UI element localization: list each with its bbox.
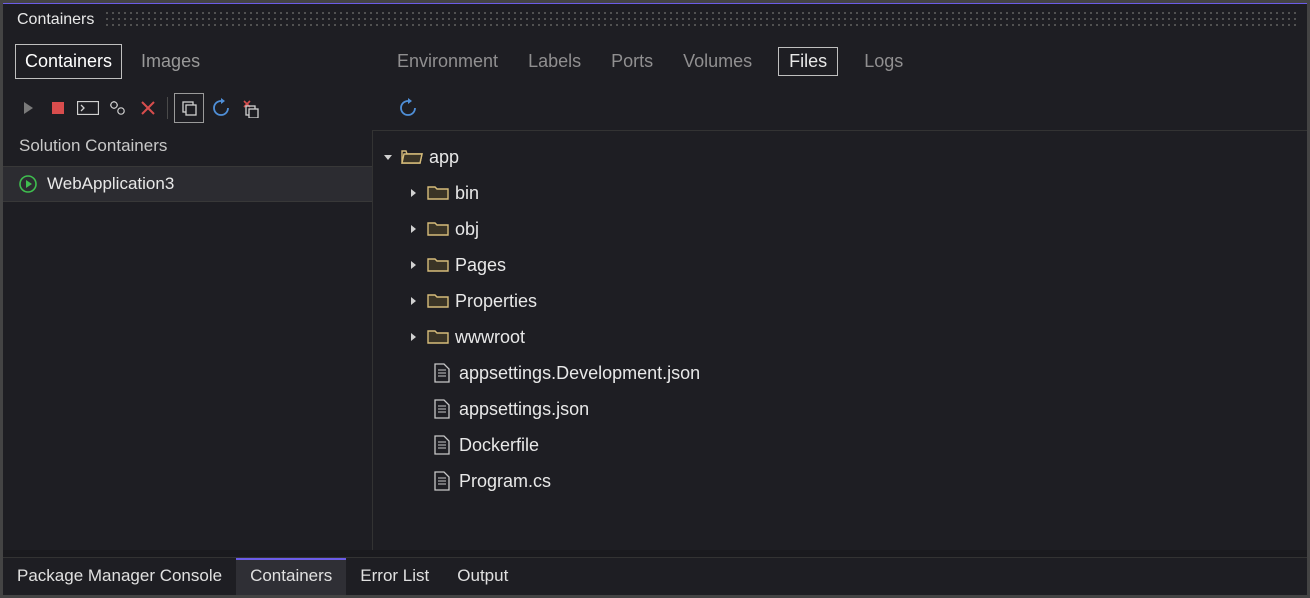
toolbar-row <box>3 86 1307 130</box>
subtab-ports[interactable]: Ports <box>607 48 657 75</box>
tab-row: Containers Images Environment Labels Por… <box>3 36 1307 86</box>
tree-label: Properties <box>455 291 537 312</box>
subtab-files[interactable]: Files <box>778 47 838 76</box>
sidebar: Solution Containers WebApplication3 <box>3 130 373 550</box>
bottom-tab-output[interactable]: Output <box>443 558 522 595</box>
subtab-volumes[interactable]: Volumes <box>679 48 756 75</box>
start-icon[interactable] <box>15 95 41 121</box>
tree-file[interactable]: Program.cs <box>373 463 1307 499</box>
tree-label: Program.cs <box>459 471 551 492</box>
tree-label: Dockerfile <box>459 435 539 456</box>
container-item[interactable]: WebApplication3 <box>3 166 372 202</box>
subtab-logs[interactable]: Logs <box>860 48 907 75</box>
file-tree[interactable]: app bin obj Pages Properties wwwroot <box>373 130 1307 550</box>
tree-label: wwwroot <box>455 327 525 348</box>
settings-icon[interactable] <box>105 95 131 121</box>
folder-icon <box>427 327 449 347</box>
files-refresh-icon[interactable] <box>395 95 421 121</box>
chevron-right-icon[interactable] <box>409 188 427 198</box>
copy-icon[interactable] <box>174 93 204 123</box>
subtab-environment[interactable]: Environment <box>393 48 502 75</box>
tree-label: app <box>429 147 459 168</box>
chevron-down-icon[interactable] <box>383 152 401 162</box>
toolbar-separator <box>167 97 168 119</box>
subtab-labels[interactable]: Labels <box>524 48 585 75</box>
tree-label: bin <box>455 183 479 204</box>
chevron-right-icon[interactable] <box>409 260 427 270</box>
tree-file[interactable]: appsettings.Development.json <box>373 355 1307 391</box>
tree-label: appsettings.json <box>459 399 589 420</box>
delete-icon[interactable] <box>135 95 161 121</box>
tree-file[interactable]: Dockerfile <box>373 427 1307 463</box>
tree-folder[interactable]: Pages <box>373 247 1307 283</box>
bottom-tab-errorlist[interactable]: Error List <box>346 558 443 595</box>
chevron-right-icon[interactable] <box>409 296 427 306</box>
tree-label: Pages <box>455 255 506 276</box>
tree-file[interactable]: appsettings.json <box>373 391 1307 427</box>
file-icon <box>431 471 453 491</box>
folder-open-icon <box>401 147 423 167</box>
tree-folder[interactable]: Properties <box>373 283 1307 319</box>
panel-grip[interactable] <box>104 10 1297 30</box>
refresh-icon[interactable] <box>208 95 234 121</box>
panel-title: Containers <box>17 11 94 29</box>
chevron-right-icon[interactable] <box>409 224 427 234</box>
folder-icon <box>427 183 449 203</box>
folder-icon <box>427 291 449 311</box>
tree-label: appsettings.Development.json <box>459 363 700 384</box>
file-icon <box>431 435 453 455</box>
stop-icon[interactable] <box>45 95 71 121</box>
bottom-tab-pmc[interactable]: Package Manager Console <box>3 558 236 595</box>
folder-icon <box>427 219 449 239</box>
file-icon <box>431 399 453 419</box>
bottom-tab-bar: Package Manager Console Containers Error… <box>3 557 1307 595</box>
terminal-icon[interactable] <box>75 95 101 121</box>
tree-folder[interactable]: wwwroot <box>373 319 1307 355</box>
tree-folder[interactable]: bin <box>373 175 1307 211</box>
sidebar-header: Solution Containers <box>3 130 372 166</box>
tree-label: obj <box>455 219 479 240</box>
tab-containers[interactable]: Containers <box>15 44 122 79</box>
panel-header: Containers <box>3 4 1307 36</box>
tree-folder[interactable]: obj <box>373 211 1307 247</box>
tab-images[interactable]: Images <box>132 45 209 78</box>
container-name: WebApplication3 <box>47 174 174 194</box>
folder-icon <box>427 255 449 275</box>
bottom-tab-containers[interactable]: Containers <box>236 558 346 595</box>
prune-icon[interactable] <box>238 95 264 121</box>
tree-root[interactable]: app <box>373 139 1307 175</box>
running-indicator-icon <box>19 175 37 193</box>
chevron-right-icon[interactable] <box>409 332 427 342</box>
file-icon <box>431 363 453 383</box>
